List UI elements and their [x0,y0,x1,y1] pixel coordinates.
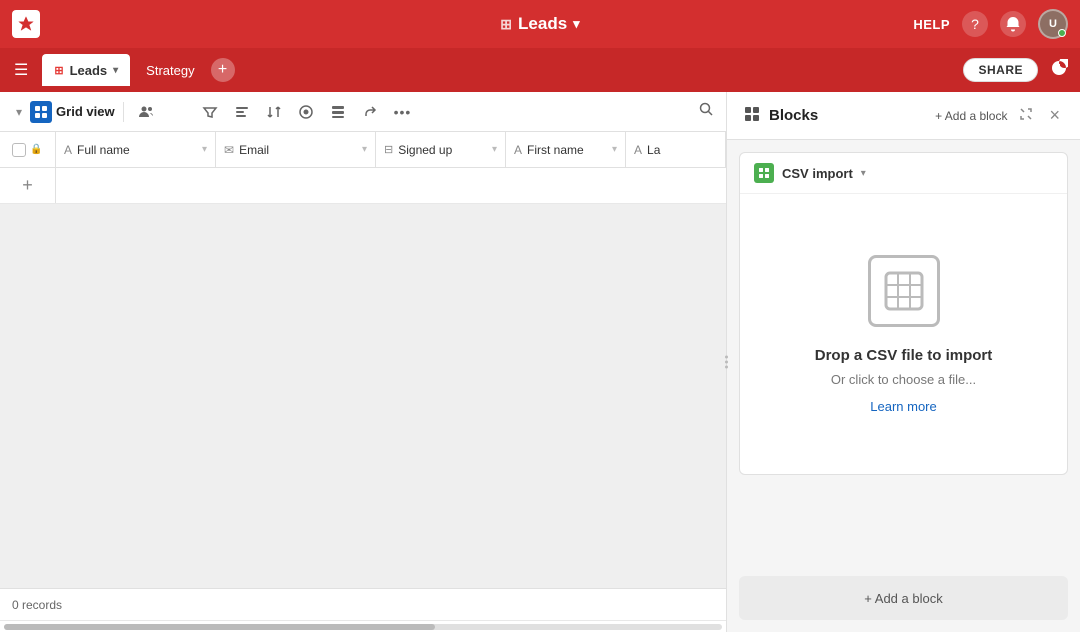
csv-card-header[interactable]: CSV import ▾ [740,153,1067,194]
drag-dot [725,361,728,364]
app-title-area: ⊞ Leads ▾ [500,14,579,34]
share-view-button[interactable] [356,100,384,124]
color-button[interactable] [292,100,320,124]
history-button[interactable] [1046,55,1072,86]
column-first-name[interactable]: A First name ▾ [506,132,626,167]
record-count: 0 records [12,598,62,612]
grid-bottom: 0 records [0,588,726,632]
blocks-icon [743,105,761,126]
grid-area: ▾ Grid view [0,92,726,632]
close-panel-button[interactable]: × [1045,101,1064,130]
people-button[interactable] [132,100,160,124]
csv-drop-icon [868,255,940,327]
tab-bar-right: SHARE [963,55,1072,86]
col-first-name-sort[interactable]: ▾ [612,144,617,155]
group-button[interactable] [228,100,256,124]
main-layout: ▾ Grid view [0,92,1080,632]
column-signed-up[interactable]: ⊟ Signed up ▾ [376,132,506,167]
tab-leads[interactable]: ⊞ Leads ▾ [42,54,130,86]
blocks-header: Blocks + Add a block × [727,92,1080,140]
csv-sub-text: Or click to choose a file... [831,372,976,387]
app-logo[interactable] [12,10,40,38]
scroll-track [4,624,722,630]
share-button[interactable]: SHARE [963,58,1038,82]
help-label[interactable]: HELP [913,17,950,32]
more-options-button[interactable]: ••• [388,100,418,124]
add-row-icon[interactable]: + [22,175,33,196]
tab-strategy[interactable]: Strategy [134,57,206,84]
hide-button[interactable] [164,100,192,124]
expand-panel-button[interactable] [1015,103,1037,128]
scroll-thumb[interactable] [4,624,435,630]
notification-icon[interactable] [1000,11,1026,37]
online-indicator [1058,29,1066,37]
column-email[interactable]: ✉ Email ▾ [216,132,376,167]
view-collapse-caret[interactable]: ▾ [12,101,26,123]
lock-icon: 🔒 [30,144,42,155]
select-all-column: 🔒 [0,132,56,167]
horizontal-scrollbar[interactable] [0,620,726,632]
tab-strategy-label: Strategy [146,63,194,78]
tab-bar: ☰ ⊞ Leads ▾ Strategy + SHARE [0,48,1080,92]
row-height-button[interactable] [324,100,352,124]
column-headers: 🔒 A Full name ▾ ✉ Email ▾ ⊟ Signed up ▾ … [0,132,726,168]
drag-dot [725,356,728,359]
add-tab-icon: + [218,61,227,79]
menu-icon[interactable]: ☰ [8,54,34,86]
resize-handle[interactable] [722,356,730,369]
blocks-panel: Blocks + Add a block × [726,92,1080,632]
sort-button[interactable] [260,100,288,124]
grid-body: + [0,168,726,588]
tab-leads-label: Leads [70,63,108,78]
col-signed-up-type-icon: ⊟ [384,143,393,156]
csv-card-title: CSV import [782,166,853,181]
status-bar: 0 records [0,588,726,620]
empty-row-space [56,168,726,203]
column-last[interactable]: A La [626,132,726,167]
col-first-name-label: First name [527,143,584,157]
col-email-sort[interactable]: ▾ [362,144,367,155]
user-avatar[interactable]: U [1038,9,1068,39]
csv-card-icon [754,163,774,183]
grid-empty-area [0,204,726,588]
csv-card-body[interactable]: Drop a CSV file to import Or click to ch… [740,194,1067,474]
col-full-name-sort[interactable]: ▾ [202,144,207,155]
filter-button[interactable] [196,100,224,124]
blocks-body: CSV import ▾ Drop a CSV file to import [727,140,1080,576]
select-all-checkbox[interactable] [12,143,26,157]
col-full-name-type-icon: A [64,143,72,157]
add-row-button[interactable]: + [0,168,56,203]
col-signed-up-label: Signed up [398,143,452,157]
drag-dot [725,366,728,369]
csv-card-arrow[interactable]: ▾ [861,168,866,179]
col-signed-up-sort[interactable]: ▾ [492,144,497,155]
add-row-container: + [0,168,726,204]
csv-drop-text: Drop a CSV file to import [815,347,993,364]
add-tab-button[interactable]: + [211,58,235,82]
col-full-name-label: Full name [77,143,130,157]
csv-learn-more-link[interactable]: Learn more [870,399,936,414]
col-last-label: La [647,143,660,157]
help-icon[interactable]: ? [962,11,988,37]
col-first-name-type-icon: A [514,143,522,157]
add-block-button[interactable]: + Add a block [739,576,1068,620]
toolbar: ▾ Grid view [0,92,726,132]
view-label: Grid view [56,104,115,119]
top-nav-right: HELP ? U [913,9,1068,39]
grid-view-icon [30,101,52,123]
tab-leads-arrow[interactable]: ▾ [113,65,118,76]
search-button[interactable] [698,101,714,122]
app-title: Leads [518,14,567,34]
column-full-name[interactable]: A Full name ▾ [56,132,216,167]
col-email-type-icon: ✉ [224,143,234,157]
col-email-label: Email [239,143,269,157]
top-nav: ⊞ Leads ▾ HELP ? U [0,0,1080,48]
csv-import-card: CSV import ▾ Drop a CSV file to import [739,152,1068,475]
toolbar-separator [123,102,124,122]
blocks-title: Blocks [769,107,927,124]
add-a-block-header-button[interactable]: + Add a block [935,109,1007,123]
col-last-type-icon: A [634,143,642,157]
title-dropdown-arrow[interactable]: ▾ [573,16,580,32]
